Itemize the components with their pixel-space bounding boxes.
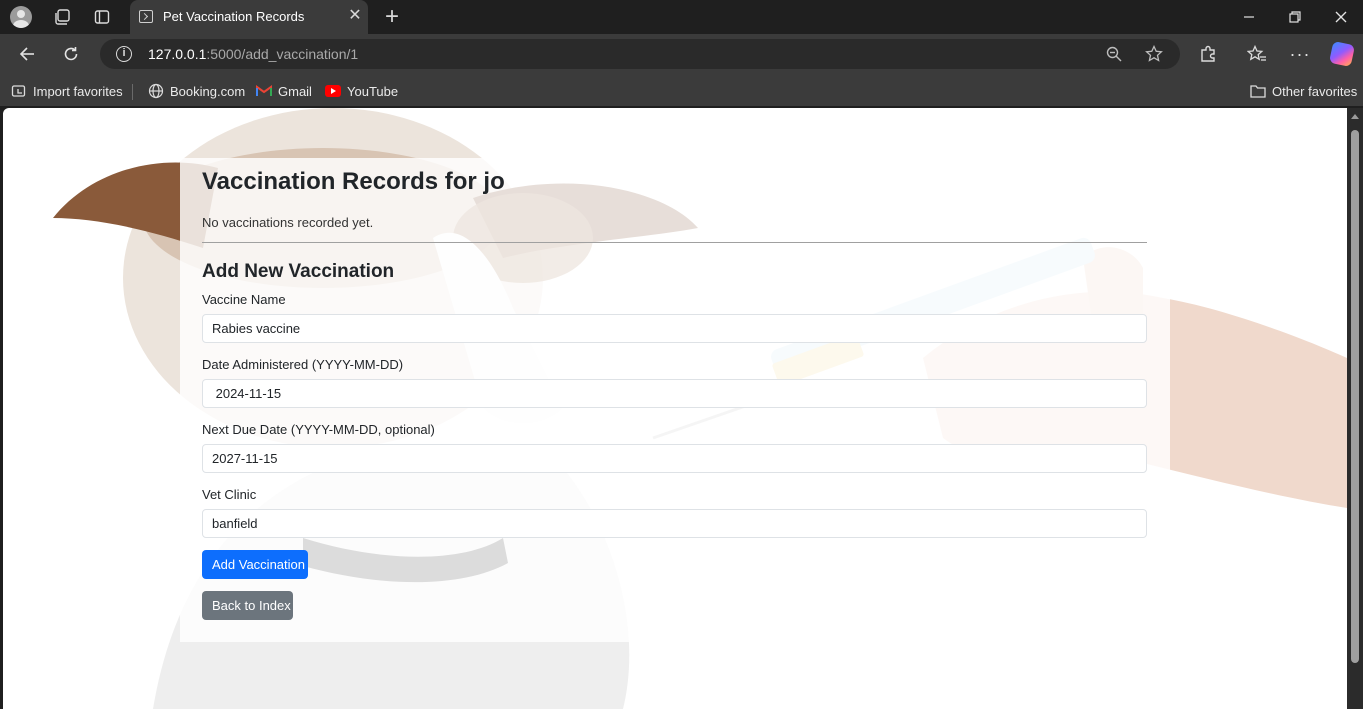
back-to-index-button[interactable]: Back to Index [202, 591, 293, 620]
section-divider [202, 242, 1147, 243]
tab-actions-icon [94, 10, 110, 24]
import-icon [11, 83, 27, 99]
restore-icon [1289, 11, 1301, 23]
bookmark-label: Booking.com [170, 83, 246, 99]
page-scrollbar[interactable] [1347, 108, 1363, 709]
workspaces-icon [55, 9, 70, 25]
bookmark-booking[interactable]: Booking.com [148, 82, 245, 100]
minimize-icon [1244, 16, 1254, 18]
favorites-icon[interactable] [1245, 42, 1269, 66]
navigation-bar: i 127.0.0.1:5000/add_vaccination/1 ··· [0, 34, 1363, 74]
favorite-star-icon[interactable] [1144, 44, 1164, 64]
vet-clinic-input[interactable]: banfield [202, 509, 1147, 538]
vaccine-name-input[interactable]: Rabies vaccine [202, 314, 1147, 343]
date-administered-input[interactable]: 2024-11-15 [202, 379, 1147, 408]
tab-actions-button[interactable] [88, 4, 116, 30]
terminal-favicon-icon [139, 10, 153, 23]
bookmark-separator [132, 84, 133, 100]
bookmarks-bar: Import favorites Booking.com Gmail YouTu… [0, 74, 1363, 106]
bookmark-label: Import favorites [33, 83, 123, 99]
form-title: Add New Vaccination [202, 261, 395, 282]
add-vaccination-button[interactable]: Add Vaccination [202, 550, 308, 579]
bookmark-gmail[interactable]: Gmail [256, 82, 312, 100]
site-info-icon[interactable]: i [116, 46, 132, 62]
date-administered-label: Date Administered (YYYY-MM-DD) [202, 357, 404, 372]
next-due-date-input[interactable]: 2027-11-15 [202, 444, 1147, 473]
next-due-date-label: Next Due Date (YYYY-MM-DD, optional) [202, 422, 435, 437]
copilot-icon[interactable] [1328, 40, 1356, 68]
plus-icon: + [384, 3, 399, 30]
vaccine-name-label: Vaccine Name [202, 292, 286, 307]
empty-records-message: No vaccinations recorded yet. [202, 215, 374, 230]
workspaces-button[interactable] [48, 4, 76, 30]
gmail-icon [256, 83, 272, 99]
more-options-icon[interactable]: ··· [1288, 42, 1312, 66]
other-favorites-label: Other favorites [1272, 83, 1358, 99]
extensions-icon[interactable] [1196, 42, 1220, 66]
page-title: Vaccination Records for jo [202, 168, 505, 195]
youtube-icon [325, 83, 341, 99]
vet-clinic-label: Vet Clinic [202, 487, 257, 502]
back-button[interactable] [12, 40, 42, 68]
scrollbar-thumb[interactable] [1351, 130, 1359, 663]
zoom-out-icon[interactable] [1104, 44, 1124, 64]
scroll-up-arrow-icon[interactable] [1351, 114, 1359, 119]
address-bar[interactable]: i 127.0.0.1:5000/add_vaccination/1 [100, 39, 1180, 69]
url-text[interactable]: 127.0.0.1:5000/add_vaccination/1 [148, 46, 358, 62]
page-viewport: Vaccination Records for jo No vaccinatio… [3, 108, 1347, 709]
other-favorites-folder[interactable]: Other favorites [1250, 82, 1357, 100]
restore-button[interactable] [1272, 0, 1318, 34]
window-close-button[interactable] [1318, 0, 1363, 34]
tab-title: Pet Vaccination Records [163, 9, 305, 24]
profile-icon [10, 6, 32, 28]
close-icon [1335, 11, 1347, 23]
bookmark-youtube[interactable]: YouTube [325, 82, 398, 100]
bookmark-label: YouTube [347, 83, 399, 99]
tab-strip: Pet Vaccination Records ✕ + [0, 0, 1363, 34]
minimize-button[interactable] [1226, 0, 1272, 34]
new-tab-button[interactable]: + [378, 4, 406, 30]
reload-icon [64, 47, 78, 61]
folder-icon [1250, 83, 1266, 99]
tab-close-icon[interactable]: ✕ [346, 7, 364, 25]
globe-icon [148, 83, 164, 99]
reload-button[interactable] [56, 40, 86, 68]
bookmark-label: Gmail [278, 83, 312, 99]
back-arrow-icon [19, 47, 34, 61]
profile-avatar[interactable] [7, 4, 35, 30]
active-tab[interactable]: Pet Vaccination Records ✕ [130, 0, 368, 34]
bookmark-import-favorites[interactable]: Import favorites [11, 82, 123, 100]
